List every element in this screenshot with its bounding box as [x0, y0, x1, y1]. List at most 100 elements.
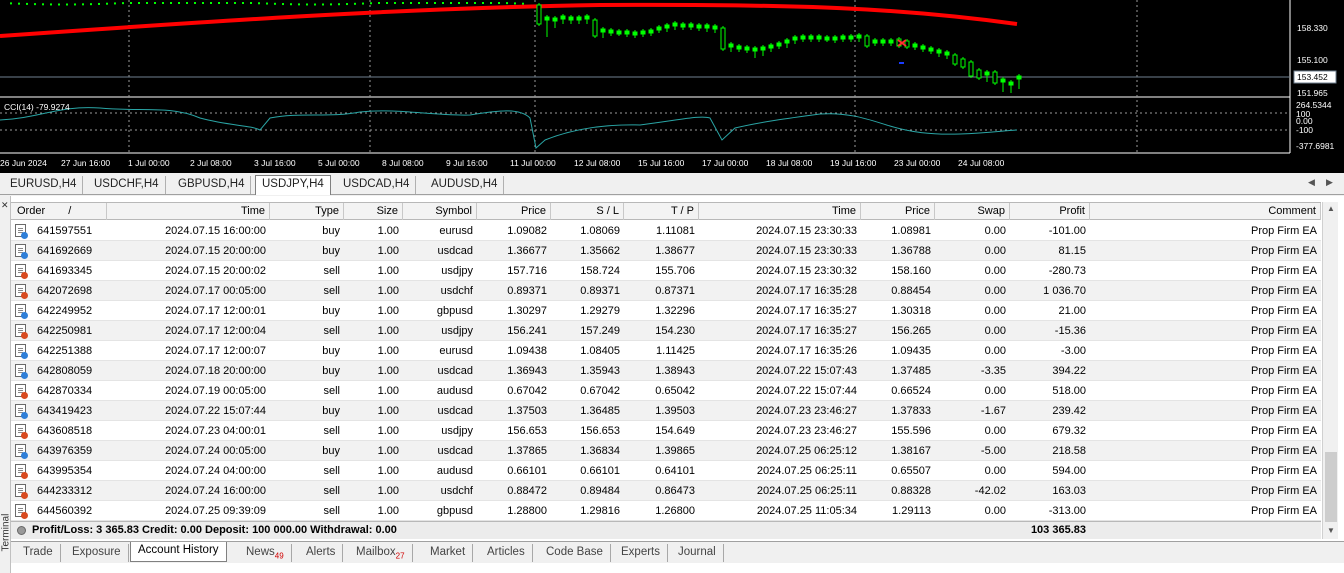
cell-close-time: 2024.07.25 06:25:11 — [756, 485, 857, 497]
cell-comment: Prop Firm EA — [1250, 365, 1317, 377]
tab-exposure[interactable]: Exposure — [65, 544, 129, 562]
cell-open-price: 1.36677 — [507, 245, 547, 257]
order-type-dot — [21, 472, 28, 479]
col-tp[interactable]: T / P — [624, 203, 699, 220]
cell-close-time: 2024.07.22 15:07:44 — [756, 385, 857, 397]
cell-type: buy — [322, 305, 340, 317]
symbol-tab-eurusd[interactable]: EURUSD,H4 — [4, 176, 84, 194]
order-type-dot — [21, 412, 28, 419]
tab-journal[interactable]: Journal — [671, 544, 724, 562]
cell-profit: 1 036.70 — [1043, 285, 1086, 297]
balance-icon — [17, 526, 26, 535]
col-size[interactable]: Size — [344, 203, 403, 220]
cell-sl: 157.249 — [580, 325, 620, 337]
order-sell-icon — [15, 504, 28, 519]
cci-line — [0, 107, 1018, 149]
tab-alerts[interactable]: Alerts — [299, 544, 344, 562]
table-row[interactable]: 641692669 2024.07.15 20:00:00 buy 1.00 usdca… — [11, 241, 1321, 261]
scrollbar-thumb[interactable] — [1325, 452, 1337, 522]
order-type-dot — [21, 232, 28, 239]
symbol-tab-audusd[interactable]: AUDUSD,H4 — [425, 176, 505, 194]
price-chart[interactable]: 158.330 155.100 151.965 153.452 CCI(14) -79.… — [0, 0, 1344, 173]
table-row[interactable]: 643995354 2024.07.24 04:00:00 sell 1.00 audu… — [11, 461, 1321, 481]
table-row[interactable]: 642808059 2024.07.18 20:00:00 buy 1.00 usdca… — [11, 361, 1321, 381]
table-row[interactable]: 643976359 2024.07.24 00:05:00 buy 1.00 usdca… — [11, 441, 1321, 461]
symbol-tab-usdjpy[interactable]: USDJPY,H4 — [255, 175, 331, 195]
col-comment[interactable]: Comment — [1090, 203, 1321, 220]
tab-trade[interactable]: Trade — [16, 544, 61, 562]
table-row[interactable]: 641693345 2024.07.15 20:00:02 sell 1.00 usdj… — [11, 261, 1321, 281]
table-row[interactable]: 642251388 2024.07.17 12:00:07 buy 1.00 eurus… — [11, 341, 1321, 361]
tab-account-history[interactable]: Account History — [130, 542, 227, 562]
cell-open-price: 1.30297 — [507, 305, 547, 317]
col-close-price[interactable]: Price — [861, 203, 935, 220]
table-row[interactable]: 642249952 2024.07.17 12:00:01 buy 1.00 gbpus… — [11, 301, 1321, 321]
tab-news[interactable]: News49 — [239, 544, 292, 562]
cell-close-price: 1.09435 — [891, 345, 931, 357]
col-open-price[interactable]: Price — [477, 203, 551, 220]
table-row[interactable]: 642250981 2024.07.17 12:00:04 sell 1.00 usdj… — [11, 321, 1321, 341]
cci-axis-label: -377.6981 — [1296, 141, 1335, 151]
candle — [728, 43, 734, 48]
scroll-up-icon[interactable]: ▲ — [1325, 202, 1337, 216]
table-row[interactable]: 642870334 2024.07.19 00:05:00 sell 1.00 audu… — [11, 381, 1321, 401]
cell-open-time: 2024.07.24 04:00:00 — [165, 465, 266, 477]
tab-code-base[interactable]: Code Base — [539, 544, 611, 562]
col-sl[interactable]: S / L — [551, 203, 624, 220]
tab-mailbox[interactable]: Mailbox27 — [349, 544, 413, 562]
table-row[interactable]: 641597551 2024.07.15 16:00:00 buy 1.00 eurus… — [11, 221, 1321, 241]
table-row[interactable]: 643608518 2024.07.23 04:00:01 sell 1.00 usdj… — [11, 421, 1321, 441]
tab-experts[interactable]: Experts — [614, 544, 668, 562]
candle — [466, 2, 468, 4]
col-order[interactable]: Order / — [11, 203, 107, 220]
col-symbol[interactable]: Symbol — [403, 203, 477, 220]
col-type[interactable]: Type — [270, 203, 344, 220]
table-row[interactable]: 643419423 2024.07.22 15:07:44 buy 1.00 usdca… — [11, 401, 1321, 421]
cell-open-price: 0.89371 — [507, 285, 547, 297]
col-swap[interactable]: Swap — [935, 203, 1010, 220]
candle — [584, 15, 590, 20]
tabs-scroll-right-icon[interactable]: ▶ — [1326, 177, 1333, 188]
symbol-tab-gbpusd[interactable]: GBPUSD,H4 — [172, 176, 252, 194]
vertical-scrollbar[interactable]: ▲ ▼ — [1322, 202, 1338, 539]
tab-articles[interactable]: Articles — [480, 544, 533, 562]
chart-canvas[interactable]: 158.330 155.100 151.965 153.452 CCI(14) -79.… — [0, 0, 1344, 173]
col-profit[interactable]: Profit — [1010, 203, 1090, 220]
symbol-tab-usdchf[interactable]: USDCHF,H4 — [88, 176, 166, 194]
col-open-time[interactable]: Time — [107, 203, 270, 220]
cci-axis-label: -100 — [1296, 125, 1313, 135]
chart-symbol-tabs: EURUSD,H4 USDCHF,H4 GBPUSD,H4 USDJPY,H4 … — [0, 173, 1344, 195]
candle — [426, 2, 428, 4]
close-icon[interactable]: ✕ — [1, 200, 9, 211]
cell-open-price: 0.67042 — [507, 385, 547, 397]
cell-swap: 0.00 — [984, 425, 1006, 437]
table-row[interactable]: 642072698 2024.07.17 00:05:00 sell 1.00 usdc… — [11, 281, 1321, 301]
col-close-time[interactable]: Time — [699, 203, 861, 220]
candle — [888, 39, 894, 44]
cell-symbol: gbpusd — [436, 505, 473, 517]
tabs-scroll-left-icon[interactable]: ◀ — [1308, 177, 1315, 188]
order-type-dot — [21, 292, 28, 299]
cell-open-price: 1.09082 — [507, 225, 547, 237]
symbol-tab-usdcad[interactable]: USDCAD,H4 — [337, 176, 417, 194]
cell-symbol: gbpusd — [436, 305, 473, 317]
table-row[interactable]: 644233312 2024.07.24 16:00:00 sell 1.00 usdc… — [11, 481, 1321, 501]
cell-symbol: eurusd — [439, 225, 473, 237]
tab-market[interactable]: Market — [423, 544, 474, 562]
cell-close-price: 0.88454 — [891, 285, 931, 297]
candle — [402, 2, 404, 4]
order-buy-icon — [15, 224, 28, 239]
cell-swap: 0.00 — [984, 305, 1006, 317]
order-type-dot — [21, 452, 28, 459]
candle — [608, 29, 614, 34]
scroll-down-icon[interactable]: ▼ — [1325, 524, 1337, 538]
cell-sl: 1.36485 — [580, 405, 620, 417]
candle — [362, 2, 364, 5]
cell-size: 1.00 — [377, 345, 399, 357]
candle — [648, 29, 654, 34]
candle — [130, 2, 132, 4]
cell-size: 1.00 — [377, 385, 399, 397]
candle — [952, 54, 958, 65]
table-row[interactable]: 644560392 2024.07.25 09:39:09 sell 1.00 gbpu… — [11, 501, 1321, 521]
candle — [114, 2, 116, 5]
